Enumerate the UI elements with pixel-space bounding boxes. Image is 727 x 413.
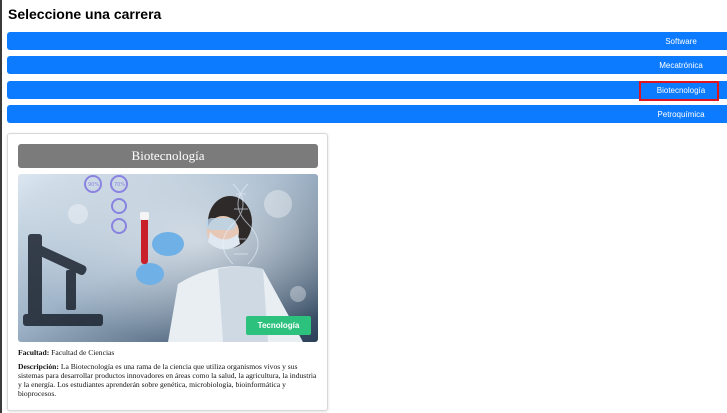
career-button-label: Petroquímica	[657, 109, 705, 119]
description-label: Descripción:	[18, 362, 59, 371]
career-button-petroquimica[interactable]: Petroquímica	[7, 105, 727, 123]
career-button-label: Software	[665, 36, 697, 46]
career-button-mecatronica[interactable]: Mecatrónica	[7, 56, 727, 74]
svg-text:90%: 90%	[88, 182, 99, 188]
career-button-label: Biotecnología	[656, 85, 706, 95]
faculty-value: Facultad de Ciencias	[51, 348, 115, 357]
category-badge: Tecnología	[246, 316, 311, 335]
career-button-biotecnologia[interactable]: Biotecnología	[7, 81, 727, 99]
faculty-line: Facultad: Facultad de Ciencias	[18, 348, 320, 357]
description-line: Descripción: La Biotecnología es una ram…	[18, 362, 320, 398]
svg-text:70%: 70%	[114, 182, 125, 188]
career-button-label: Mecatrónica	[659, 60, 703, 70]
career-image: 90% 70% Tecnología	[18, 174, 318, 342]
card-title: Biotecnología	[18, 144, 318, 168]
career-button-software[interactable]: Software	[7, 32, 727, 50]
faculty-label: Facultad:	[18, 348, 50, 357]
window-edge	[0, 0, 2, 413]
career-card: Biotecnología 90% 70% Tecnología Faculta…	[7, 133, 328, 411]
page-title: Seleccione una carrera	[8, 6, 162, 22]
description-value: La Biotecnología es una rama de la cienc…	[18, 362, 317, 398]
